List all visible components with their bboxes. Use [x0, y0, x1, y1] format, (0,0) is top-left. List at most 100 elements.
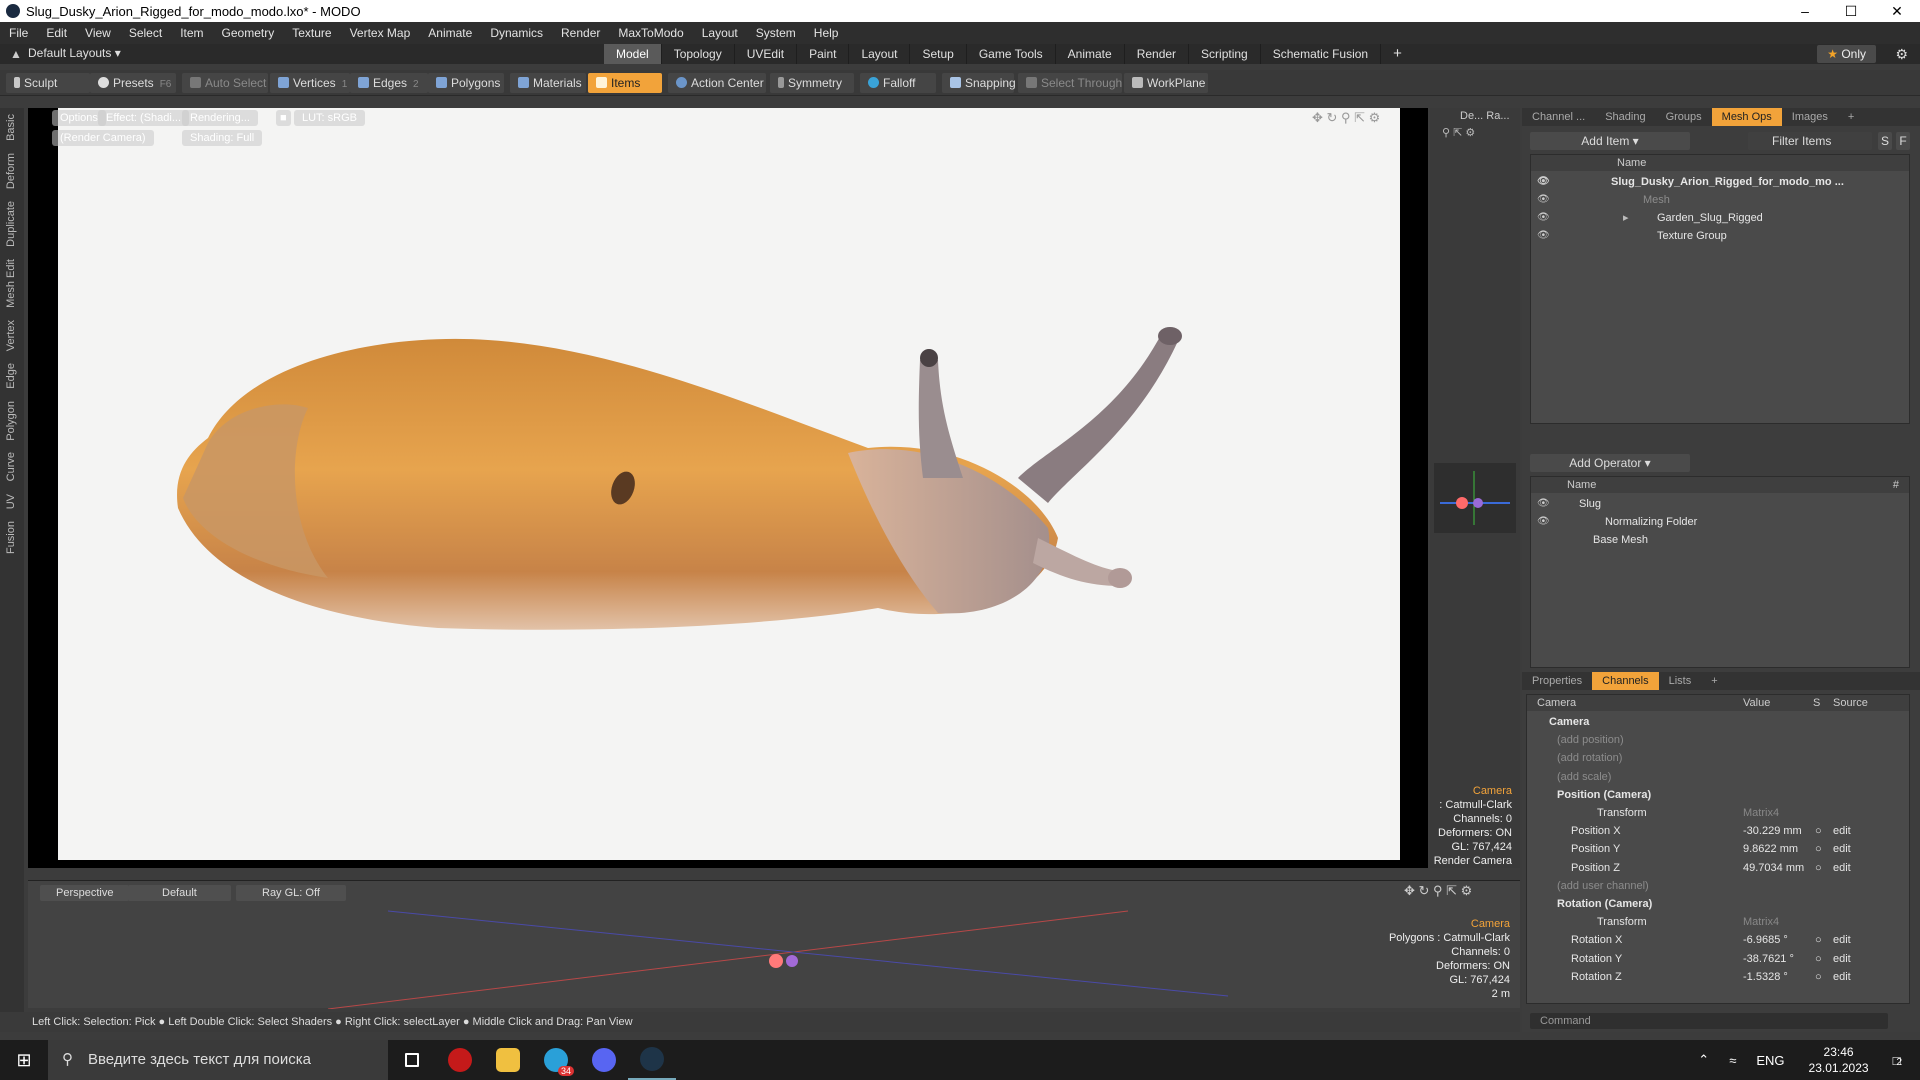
channel-source[interactable]: edit [1833, 931, 1851, 949]
auto-select-button[interactable]: Auto Select [182, 73, 268, 93]
viewport-shading-button[interactable]: Shading: Full [182, 130, 263, 146]
modo-taskbar-icon[interactable] [628, 1040, 676, 1080]
channel-source[interactable]: edit [1833, 968, 1851, 986]
meshop-base-mesh[interactable]: Base Mesh [1531, 531, 1909, 549]
visibility-eye-icon[interactable]: 👁 [1537, 513, 1550, 531]
channel-row[interactable]: Rotation (Camera) [1527, 895, 1909, 913]
materials-button[interactable]: Materials [510, 73, 586, 93]
tab-channels[interactable]: Channels [1592, 672, 1659, 690]
symmetry-button[interactable]: Symmetry [770, 73, 854, 93]
taskbar-search[interactable]: ⚲ Введите здесь текст для поиска [48, 1040, 388, 1080]
strip-tab-vertex[interactable]: Vertex [5, 314, 17, 357]
tree-item-scene[interactable]: 👁 Slug_Dusky_Arion_Rigged_for_modo_mo ... [1531, 173, 1909, 191]
snapping-button[interactable]: Snapping [942, 73, 1016, 93]
clock[interactable]: 23:46 23.01.2023 [1795, 1044, 1883, 1076]
tab-scripting[interactable]: Scripting [1189, 44, 1261, 64]
meshop-slug[interactable]: 👁 Slug [1531, 495, 1909, 513]
only-button[interactable]: ★ Only [1817, 45, 1876, 63]
s-filter-button[interactable]: S [1878, 132, 1892, 150]
polygons-button[interactable]: Polygons [428, 73, 504, 93]
add-channels-tab-button[interactable]: + [1701, 675, 1727, 687]
menu-item[interactable]: Item [171, 26, 212, 40]
menu-render[interactable]: Render [552, 26, 609, 40]
menu-file[interactable]: File [0, 26, 37, 40]
channel-row[interactable]: Position Y 9.8622 mm ○ edit [1527, 840, 1909, 858]
menu-vertex-map[interactable]: Vertex Map [341, 26, 420, 40]
sculpt-button[interactable]: Sculpt [6, 73, 90, 93]
add-operator-dropdown[interactable]: Add Operator ▾ [1530, 454, 1690, 472]
menu-animate[interactable]: Animate [419, 26, 481, 40]
action-center-button[interactable]: Action Center [668, 73, 766, 93]
menu-layout[interactable]: Layout [693, 26, 747, 40]
bottom-nav-icons[interactable]: ✥ ↻ ⚲ ⇱ ⚙ [1404, 883, 1472, 899]
channel-state-icon[interactable]: ○ [1815, 840, 1822, 858]
tab-render[interactable]: Render [1125, 44, 1190, 64]
select-through-button[interactable]: Select Through [1018, 73, 1122, 93]
menu-geometry[interactable]: Geometry [213, 26, 284, 40]
channel-source[interactable]: edit [1833, 840, 1851, 858]
channel-row[interactable]: (add position) [1527, 731, 1909, 749]
tab-layout[interactable]: Layout [849, 44, 911, 64]
command-input[interactable]: Command [1530, 1013, 1888, 1029]
channel-source[interactable]: edit [1833, 950, 1851, 968]
tab-images[interactable]: Images [1782, 111, 1838, 123]
viewport-camera-button[interactable]: (Render Camera) [52, 130, 154, 146]
visibility-eye-icon[interactable]: 👁 [1537, 227, 1550, 245]
strip-tab-uv[interactable]: UV [5, 488, 17, 515]
falloff-button[interactable]: Falloff [860, 73, 936, 93]
add-item-dropdown[interactable]: Add Item ▾ [1530, 132, 1690, 150]
channel-value[interactable]: -1.5328 ° [1743, 968, 1788, 986]
visibility-eye-icon[interactable]: 👁 [1537, 209, 1550, 227]
tab-schematic-fusion[interactable]: Schematic Fusion [1261, 44, 1382, 64]
tab-paint[interactable]: Paint [797, 44, 850, 64]
tab-mesh-ops[interactable]: Mesh Ops [1711, 108, 1782, 126]
channel-row[interactable]: Position X -30.229 mm ○ edit [1527, 822, 1909, 840]
tray-arrow-icon[interactable]: ⌃ [1688, 1052, 1719, 1068]
channel-value[interactable]: -6.9685 ° [1743, 931, 1788, 949]
menu-texture[interactable]: Texture [283, 26, 340, 40]
tab-shading[interactable]: Shading [1595, 111, 1655, 123]
strip-tab-deform[interactable]: Deform [5, 147, 17, 195]
side-preview-icons[interactable]: ⚲ ⇱ ⚙ [1442, 126, 1475, 139]
discord-icon[interactable] [580, 1040, 628, 1080]
minimize-icon[interactable]: – [1782, 3, 1828, 19]
channel-value[interactable]: -38.7621 ° [1743, 950, 1794, 968]
meshop-normalizing-folder[interactable]: 👁 Normalizing Folder [1531, 513, 1909, 531]
tab-model[interactable]: Model [604, 44, 662, 64]
windows-start-icon[interactable]: ⊞ [0, 1050, 48, 1071]
tree-item-mesh[interactable]: 👁 Mesh [1531, 191, 1909, 209]
menu-select[interactable]: Select [120, 26, 171, 40]
strip-tab-polygon[interactable]: Polygon [5, 395, 17, 447]
perspective-viewport[interactable]: Perspective Default Ray GL: Off ✥ ↻ ⚲ ⇱ … [28, 880, 1520, 1009]
telegram-icon[interactable]: 34 [532, 1040, 580, 1080]
vertices-button[interactable]: Vertices 1 [270, 73, 350, 93]
visibility-eye-icon[interactable]: 👁 [1537, 495, 1550, 513]
channel-row[interactable]: (add scale) [1527, 768, 1909, 786]
strip-tab-edge[interactable]: Edge [5, 357, 17, 395]
task-view-icon[interactable] [388, 1040, 436, 1080]
channel-value[interactable]: 9.8622 mm [1743, 840, 1798, 858]
layout-selector[interactable]: Default Layouts ▾ [28, 46, 121, 60]
menu-help[interactable]: Help [805, 26, 848, 40]
channel-source[interactable]: edit [1833, 822, 1851, 840]
tab-lists[interactable]: Lists [1659, 675, 1702, 687]
channel-value[interactable]: -30.229 mm [1743, 822, 1802, 840]
menu-view[interactable]: View [76, 26, 120, 40]
strip-tab-curve[interactable]: Curve [5, 446, 17, 487]
tab-topology[interactable]: Topology [662, 44, 735, 64]
menu-maxtomodo[interactable]: MaxToModo [609, 26, 692, 40]
tab-channel[interactable]: Channel ... [1522, 111, 1595, 123]
settings-gear-icon[interactable]: ⚙ [1895, 46, 1908, 63]
tree-item-texture-group[interactable]: 👁 Texture Group [1531, 227, 1909, 245]
notification-icon[interactable]: □2 [1883, 1053, 1912, 1068]
channel-row[interactable]: (add user channel) [1527, 877, 1909, 895]
render-viewport[interactable]: Options Effect: (Shadi... Rendering... ■… [52, 108, 1400, 860]
workplane-button[interactable]: WorkPlane [1124, 73, 1208, 93]
channel-state-icon[interactable]: ○ [1815, 931, 1822, 949]
channel-state-icon[interactable]: ○ [1815, 859, 1822, 877]
channel-row[interactable]: Rotation Z -1.5328 ° ○ edit [1527, 968, 1909, 986]
channel-row[interactable]: Camera [1527, 713, 1909, 731]
strip-tab-mesh-edit[interactable]: Mesh Edit [5, 253, 17, 314]
presets-button[interactable]: Presets F6 [90, 73, 176, 93]
network-icon[interactable]: ≈ [1719, 1053, 1746, 1068]
